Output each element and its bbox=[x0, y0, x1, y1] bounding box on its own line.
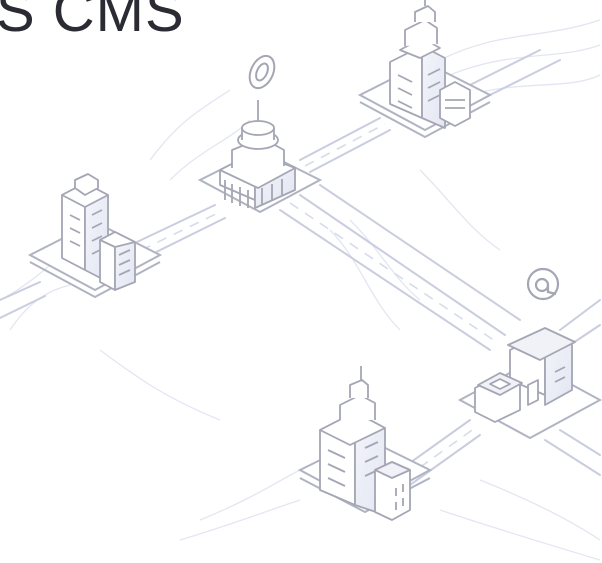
at-sign-icon bbox=[526, 267, 560, 301]
skyscraper-bottom bbox=[319, 366, 411, 521]
city-network-illustration bbox=[0, 0, 602, 561]
domed-hall-center bbox=[219, 100, 296, 209]
location-pin-icon bbox=[248, 54, 276, 90]
tower-top-center bbox=[389, 0, 471, 129]
